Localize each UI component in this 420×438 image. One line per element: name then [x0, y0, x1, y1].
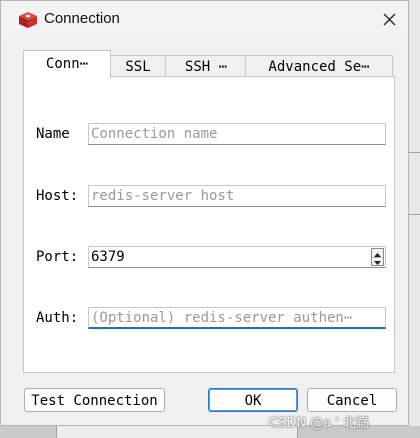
port-label: Port:	[36, 249, 79, 265]
auth-label: Auth:	[36, 310, 79, 326]
spin-down-button[interactable]	[372, 257, 383, 265]
background-tab	[56, 426, 298, 438]
tab-ssh[interactable]: SSH ⋯	[165, 55, 247, 78]
watermark: CSDN @a ' 北觞	[269, 416, 370, 431]
background-divider	[409, 214, 420, 215]
ok-button[interactable]: OK	[208, 388, 298, 412]
background-window	[409, 0, 420, 438]
port-spin-buttons	[371, 248, 384, 266]
background-divider	[409, 152, 420, 153]
tab-advanced-settings[interactable]: Advanced Se⋯	[245, 55, 393, 78]
host-placeholder: redis-server host	[91, 188, 235, 204]
close-button[interactable]	[371, 5, 407, 35]
connection-settings-panel: Name Connection name Host: redis-server …	[23, 76, 395, 373]
port-spinbox[interactable]: 6379	[88, 246, 386, 268]
window-title: Connection	[44, 10, 120, 27]
spin-down-icon	[374, 251, 381, 267]
name-field[interactable]: Connection name	[88, 123, 386, 145]
connection-dialog: Connection Conn⋯ SSL SSH ⋯ Advanced Se⋯ …	[0, 0, 409, 426]
title-bar[interactable]: Connection	[1, 1, 408, 39]
host-field[interactable]: redis-server host	[88, 185, 386, 207]
test-connection-button[interactable]: Test Connection	[24, 388, 165, 412]
tab-ssl[interactable]: SSL	[109, 55, 167, 78]
port-value: 6379	[91, 249, 125, 265]
cancel-button[interactable]: Cancel	[307, 388, 397, 412]
tab-connection[interactable]: Conn⋯	[23, 50, 111, 78]
close-icon	[383, 11, 396, 30]
host-label: Host:	[36, 188, 79, 204]
name-placeholder: Connection name	[91, 126, 218, 142]
redis-logo-icon	[18, 11, 38, 29]
auth-field[interactable]: (Optional) redis-server authen⋯	[88, 307, 386, 329]
tab-bar: Conn⋯ SSL SSH ⋯ Advanced Se⋯	[23, 50, 393, 78]
auth-placeholder: (Optional) redis-server authen⋯	[91, 310, 353, 326]
name-label: Name	[36, 126, 70, 142]
